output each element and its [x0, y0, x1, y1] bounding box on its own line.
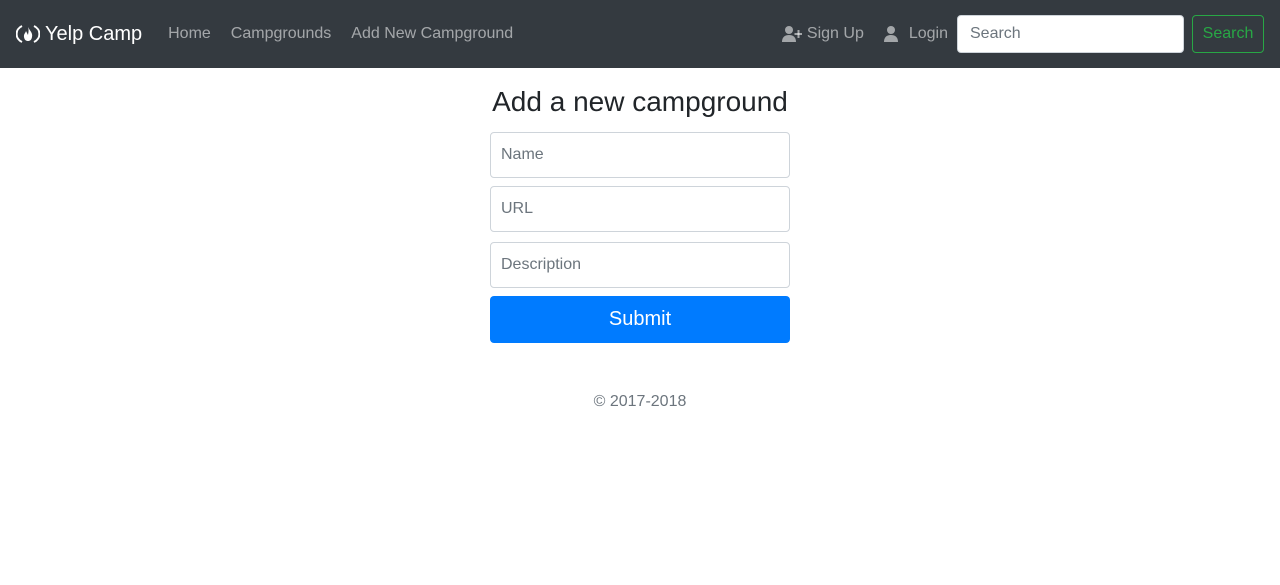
nav-right: Sign Up Login Search [781, 15, 1264, 53]
login-link[interactable]: Login [883, 25, 948, 43]
user-icon [883, 25, 904, 43]
search-button[interactable]: Search [1192, 15, 1264, 53]
brand-link[interactable]: Yelp Camp [16, 23, 142, 46]
navbar: Yelp Camp Home Campgrounds Add New Campg… [0, 0, 1280, 68]
brand-name: Yelp Camp [45, 22, 143, 45]
url-field[interactable] [490, 186, 790, 232]
description-field[interactable] [490, 242, 790, 288]
submit-button[interactable]: Submit [490, 296, 790, 343]
signup-link[interactable]: Sign Up [781, 25, 864, 43]
fire-icon [16, 24, 40, 44]
footer: © 2017-2018 [0, 393, 1280, 411]
campground-form: Submit [490, 132, 790, 343]
nav-campgrounds[interactable]: Campgrounds [231, 25, 332, 43]
name-field[interactable] [490, 132, 790, 178]
nav-add-campground[interactable]: Add New Campground [351, 25, 513, 43]
login-label: Login [908, 25, 948, 42]
signup-label: Sign Up [806, 25, 864, 42]
user-plus-icon [781, 25, 802, 43]
nav-links: Home Campgrounds Add New Campground [168, 25, 533, 43]
search-input[interactable] [957, 15, 1184, 53]
page-title: Add a new campground [492, 86, 788, 117]
copyright-text: © 2017-2018 [593, 393, 687, 410]
nav-home[interactable]: Home [168, 25, 211, 43]
main-content: Add a new campground Submit [490, 68, 790, 343]
